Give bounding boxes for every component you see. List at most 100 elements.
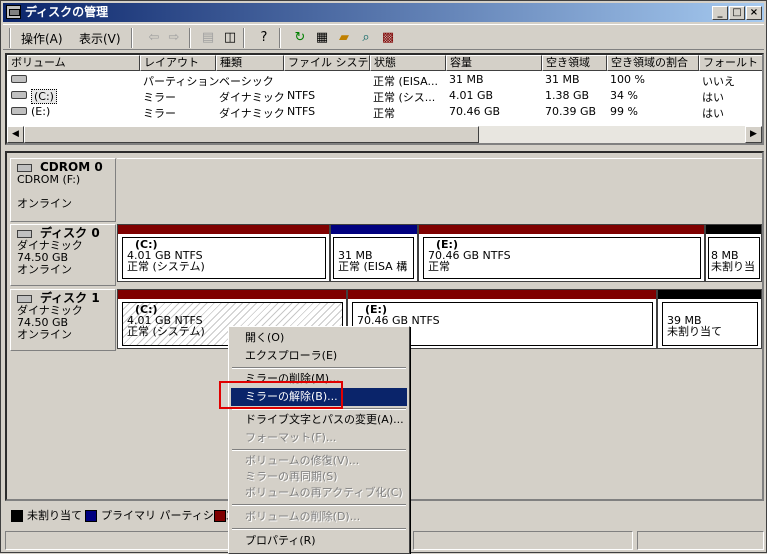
- context-menu: 開く(O) エクスプローラ(E) ミラーの削除(M)... ミラーの解除(B).…: [228, 326, 410, 554]
- disk-label-disk0[interactable]: ディスク 0 ダイナミック 74.50 GB オンライン: [10, 224, 116, 286]
- close-button[interactable]: ×: [746, 6, 762, 20]
- back-arrow-icon[interactable]: ⇦: [145, 29, 163, 47]
- cell-volume: (E:): [31, 105, 51, 118]
- partition-disk0-c[interactable]: (C:) 4.01 GB NTFS 正常 (システム): [117, 224, 330, 282]
- cell-free: 70.39 GB: [545, 105, 597, 118]
- menu-action[interactable]: 操作(A): [21, 30, 63, 47]
- cell-capacity: 31 MB: [449, 73, 484, 86]
- partition-disk0-unallocated[interactable]: 8 MB 未割り当: [705, 224, 762, 282]
- col-fault[interactable]: フォールト トレ: [699, 55, 762, 71]
- menu-view[interactable]: 表示(V): [79, 30, 121, 47]
- cell-pct: 99 %: [610, 105, 638, 118]
- disk-title: ディスク 1: [40, 291, 100, 305]
- volume-icon: [11, 75, 27, 83]
- legend-unallocated-swatch: [11, 510, 23, 522]
- disk-line3: オンライン: [17, 328, 72, 341]
- disk-management-icon: [6, 5, 21, 19]
- col-free[interactable]: 空き領域: [542, 55, 607, 71]
- col-capacity[interactable]: 容量: [446, 55, 542, 71]
- toolbar-grip: [9, 28, 11, 48]
- help-icon[interactable]: ?: [255, 29, 273, 47]
- volume-icon: [11, 91, 27, 99]
- partition-size: 70.46 GB NTFS: [428, 249, 511, 262]
- menu-separator: [232, 367, 406, 369]
- partition-size: 31 MB: [338, 249, 373, 262]
- disk-icon: [17, 295, 32, 303]
- cell-capacity: 4.01 GB: [449, 89, 494, 102]
- disk-label-cdrom0[interactable]: CDROM 0 CDROM (F:) オンライン: [10, 158, 116, 222]
- col-type[interactable]: 種類: [216, 55, 284, 71]
- mirror-bar: [118, 290, 346, 299]
- menu-separator: [232, 504, 406, 506]
- cell-type: ベーシック: [219, 75, 274, 88]
- menu-item-change-drive-letter[interactable]: ドライブ文字とパスの変更(A)...: [231, 411, 407, 429]
- cell-free: 31 MB: [545, 73, 580, 86]
- scroll-thumb[interactable]: [24, 126, 479, 143]
- cell-status: 正常 (シス...: [373, 91, 436, 104]
- unallocated-bar: [658, 290, 761, 299]
- partition-disk0-e[interactable]: (E:) 70.46 GB NTFS 正常: [418, 224, 705, 282]
- menu-item-remove-mirror[interactable]: ミラーの削除(M)...: [231, 370, 407, 388]
- forward-arrow-icon[interactable]: ⇨: [165, 29, 183, 47]
- partition-status: 正常 (システム): [127, 260, 205, 273]
- minimize-button[interactable]: _: [712, 6, 728, 20]
- partition-status: 未割り当て: [667, 325, 722, 338]
- partition-size: 70.46 GB NTFS: [357, 314, 440, 327]
- table-row[interactable]: (E:) ミラー ダイナミック NTFS 正常 70.46 GB 70.39 G…: [7, 104, 762, 120]
- legend-unallocated-label: 未割り当て: [27, 509, 82, 522]
- menu-item-format[interactable]: フォーマット(F)...: [231, 429, 407, 447]
- partition-disk0-eisa[interactable]: 31 MB 正常 (EISA 構: [330, 224, 418, 282]
- menu-item-explore[interactable]: エクスプローラ(E): [231, 347, 407, 365]
- disk-title: ディスク 0: [40, 226, 100, 240]
- menu-item-break-mirror[interactable]: ミラーの解除(B)...: [231, 388, 407, 406]
- disk-line1: CDROM (F:): [17, 173, 81, 186]
- menu-item-delete-volume[interactable]: ボリュームの削除(D)...: [231, 508, 407, 526]
- disk-label-disk1[interactable]: ディスク 1 ダイナミック 74.50 GB オンライン: [10, 289, 116, 351]
- col-layout[interactable]: レイアウト: [140, 55, 216, 71]
- search-icon[interactable]: ⌕: [357, 29, 375, 47]
- cell-fs: NTFS: [287, 89, 316, 102]
- partition-size: 8 MB: [711, 249, 739, 262]
- title-bar: ディスクの管理 _ □ ×: [3, 3, 764, 22]
- col-free-pct[interactable]: 空き領域の割合: [607, 55, 699, 71]
- scroll-left-icon[interactable]: ◀: [7, 126, 24, 143]
- cell-fault: いいえ: [702, 75, 735, 88]
- menu-separator: [232, 528, 406, 530]
- cell-free: 1.38 GB: [545, 89, 590, 102]
- cell-fs: NTFS: [287, 105, 316, 118]
- col-status[interactable]: 状態: [370, 55, 446, 71]
- volume-icon: [11, 107, 27, 115]
- cell-layout: ミラー: [143, 107, 176, 120]
- cell-type: ダイナミック: [219, 107, 285, 120]
- menu-item-reactivate-volume[interactable]: ボリュームの再アクティブ化(C): [231, 484, 407, 502]
- table-row[interactable]: パーティション ベーシック 正常 (EISA... 31 MB 31 MB 10…: [7, 72, 762, 88]
- cell-pct: 34 %: [610, 89, 638, 102]
- volume-list: ボリューム レイアウト 種類 ファイル システム 状態 容量 空き領域 空き領域…: [5, 53, 764, 145]
- col-filesystem[interactable]: ファイル システム: [284, 55, 370, 71]
- col-volume[interactable]: ボリューム: [7, 55, 140, 71]
- cdrom-area[interactable]: [117, 158, 762, 222]
- cell-volume: (C:): [31, 89, 57, 104]
- status-panel: [637, 531, 764, 550]
- toolbar: 操作(A) 表示(V) ⇦ ⇨ ▤ ◫ ? ↻ ▦ ▰ ⌕ ▩: [3, 24, 764, 50]
- show-hide-tree-icon[interactable]: ◫: [221, 29, 239, 47]
- partition-disk1-unallocated[interactable]: 39 MB 未割り当て: [657, 289, 762, 349]
- open-folder-icon[interactable]: ▰: [335, 29, 353, 47]
- maximize-button[interactable]: □: [729, 6, 745, 20]
- up-folder-icon[interactable]: ▤: [199, 29, 217, 47]
- menu-separator: [232, 408, 406, 410]
- horizontal-scrollbar[interactable]: ◀ ▶: [7, 126, 762, 143]
- properties-icon[interactable]: ▦: [313, 29, 331, 47]
- partition-status: 未割り当: [711, 261, 755, 272]
- window-title: ディスクの管理: [25, 5, 109, 19]
- menu-item-properties[interactable]: プロパティ(R): [231, 532, 407, 550]
- legend-primary-swatch: [85, 510, 97, 522]
- cell-layout: パーティション: [143, 75, 220, 88]
- partition-status: 正常: [428, 260, 450, 273]
- settings-icon[interactable]: ▩: [379, 29, 397, 47]
- toolbar-separator: [243, 28, 245, 48]
- menu-item-open[interactable]: 開く(O): [231, 329, 407, 347]
- scroll-right-icon[interactable]: ▶: [745, 126, 762, 143]
- refresh-icon[interactable]: ↻: [291, 29, 309, 47]
- table-row[interactable]: (C:) ミラー ダイナミック NTFS 正常 (シス... 4.01 GB 1…: [7, 88, 762, 104]
